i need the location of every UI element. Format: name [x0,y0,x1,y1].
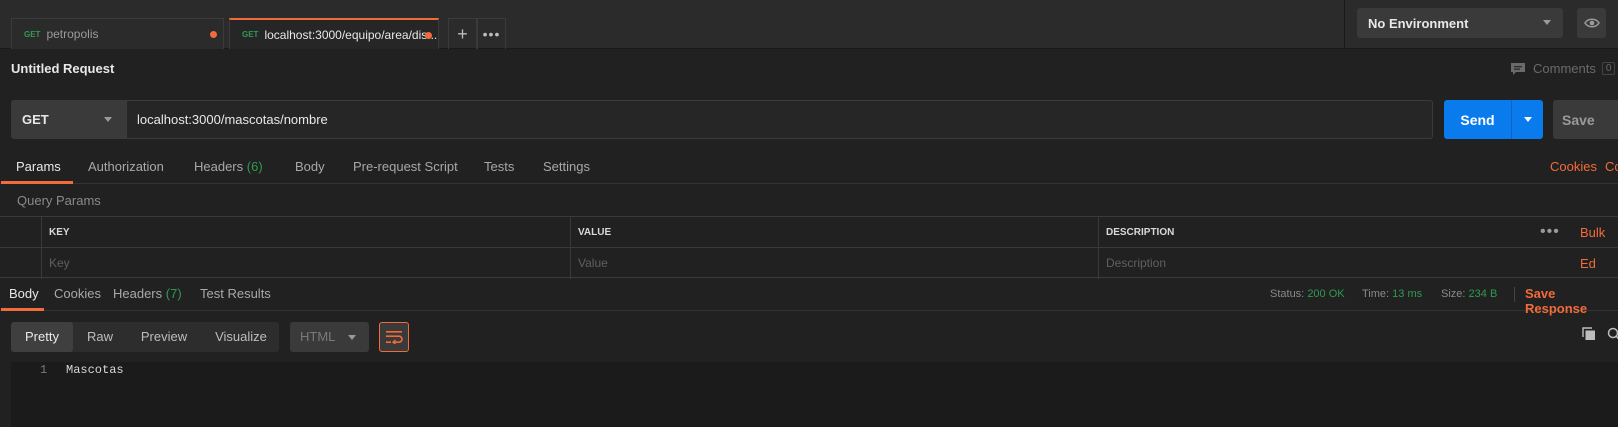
tab-pre-request-script[interactable]: Pre-request Script [353,159,458,174]
value-input[interactable]: Value [570,248,1098,279]
response-tabs: Body Cookies Headers (7) Test Results St… [0,278,1618,316]
status-label: Status: [1270,288,1305,300]
comments-button[interactable]: Comments 0 [1510,61,1616,76]
tab-label: localhost:3000/equipo/area/dis... [264,27,438,42]
send-button[interactable]: Send [1444,100,1543,139]
request-tabs: Params Authorization Headers (6) Body Pr… [0,151,1618,184]
chevron-down-icon [104,117,112,122]
time-readout: Time: 13 ms [1362,288,1422,300]
size-label: Size: [1441,288,1466,300]
environment-area: No Environment [1344,0,1618,48]
comments-label: Comments [1533,61,1596,76]
send-options-button[interactable] [1512,117,1543,122]
response-tab-body[interactable]: Body [9,286,39,301]
wrap-lines-icon [386,331,403,344]
table-row: Key Value Description [0,248,1618,279]
send-label: Send [1460,111,1495,128]
environment-select[interactable]: No Environment [1357,8,1563,38]
column-header-description: DESCRIPTION [1098,217,1533,248]
unsaved-indicator [210,31,217,38]
language-select[interactable]: HTML [290,322,369,352]
view-raw-button[interactable]: Raw [75,322,125,352]
status-readout: Status: 200 OK [1270,288,1345,300]
tab-headers-count: (6) [246,159,263,174]
url-input[interactable]: localhost:3000/mascotas/nombre [126,100,1433,139]
tab-headers[interactable]: Headers (6) [194,159,263,174]
environment-quick-look-button[interactable] [1577,8,1606,38]
response-tab-cookies[interactable]: Cookies [54,286,101,301]
view-preview-button[interactable]: Preview [128,322,200,352]
view-visualize-button[interactable]: Visualize [203,322,279,352]
tab-label: petropolis [46,27,99,41]
method-label: GET [22,112,49,127]
divider [1514,287,1515,302]
code-line: Mascotas [66,363,124,377]
response-view-mode-group: Pretty Raw Preview Visualize [11,322,279,352]
search-icon[interactable] [1607,327,1618,344]
unsaved-indicator [425,32,432,39]
chevron-down-icon [1523,117,1532,122]
tab-body[interactable]: Body [295,159,325,174]
query-params-heading: Query Params [17,193,101,208]
method-select[interactable]: GET [11,100,126,139]
tab-settings[interactable]: Settings [543,159,590,174]
column-header-key: KEY [41,217,570,248]
eye-icon [1583,18,1600,28]
query-params-table: KEY VALUE DESCRIPTION ••• Bulk Ed Key Va… [0,216,1618,279]
tab-options-button[interactable]: ••• [477,18,506,49]
table-header-row: KEY VALUE DESCRIPTION ••• Bulk Ed [0,217,1618,271]
request-tab-bar: GET petropolis GET localhost:3000/equipo… [0,0,1618,49]
more-horizontal-icon[interactable]: ••• [1540,217,1560,246]
copy-icon[interactable] [1582,327,1596,344]
key-input[interactable]: Key [41,248,570,279]
chevron-down-icon [1543,20,1551,25]
active-tab-indicator [1,181,73,184]
wrap-lines-button[interactable] [379,322,409,352]
tab-method: GET [242,30,259,39]
tab-localhost-request[interactable]: GET localhost:3000/equipo/area/dis... [229,18,439,49]
response-body-editor[interactable]: 1 Mascotas [11,362,1618,427]
size-value: 234 B [1468,288,1498,300]
tab-petropolis[interactable]: GET petropolis [11,18,224,49]
tab-params[interactable]: Params [16,159,61,174]
tab-method: GET [24,29,41,39]
comment-icon [1511,62,1525,75]
save-response-button[interactable]: Save Response [1525,286,1618,316]
status-value: 200 OK [1307,288,1345,300]
response-headers-label: Headers [113,286,163,301]
request-title[interactable]: Untitled Request [11,61,114,76]
active-tab-indicator [1,308,44,311]
view-pretty-button[interactable]: Pretty [11,322,73,352]
time-label: Time: [1362,288,1390,300]
chevron-down-icon [348,335,356,340]
tab-authorization[interactable]: Authorization [88,159,164,174]
description-input[interactable]: Description [1098,248,1618,279]
more-horizontal-icon: ••• [482,26,501,42]
language-label: HTML [300,329,336,344]
tab-tests[interactable]: Tests [484,159,514,174]
column-header-value: VALUE [570,217,1098,248]
cookies-link[interactable]: Cookies [1550,159,1597,174]
line-number: 1 [40,363,48,377]
plus-icon: + [457,23,468,44]
comments-count: 0 [1601,62,1616,75]
save-button[interactable]: Save [1553,100,1618,139]
tab-headers-label: Headers [194,159,244,174]
time-value: 13 ms [1392,288,1423,300]
response-headers-count: (7) [165,286,182,301]
code-link[interactable]: Co [1605,159,1618,174]
environment-label: No Environment [1368,15,1469,31]
response-tab-test-results[interactable]: Test Results [200,286,271,301]
response-tab-headers[interactable]: Headers (7) [113,286,182,301]
request-title-row: Untitled Request Comments 0 [0,50,1618,87]
save-label: Save [1562,111,1595,128]
new-tab-button[interactable]: + [448,18,477,49]
size-readout: Size: 234 B [1441,288,1497,300]
